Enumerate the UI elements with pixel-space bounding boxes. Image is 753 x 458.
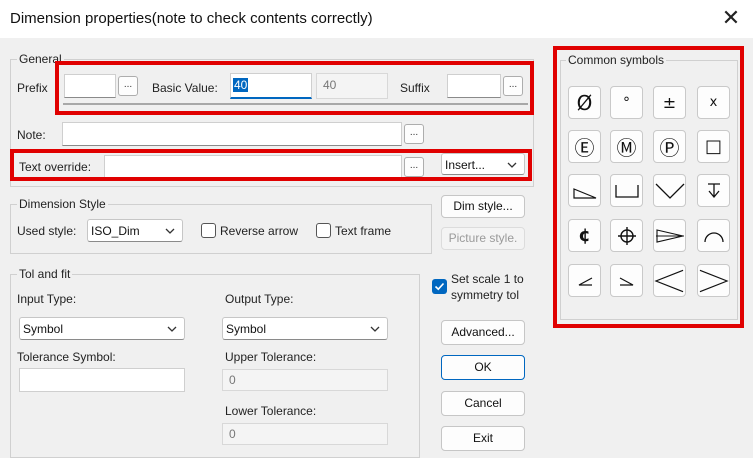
reverse-arrow-label: Reverse arrow [220,224,299,238]
counterbore-icon [614,184,639,198]
greater-than-symbol-button[interactable] [697,264,730,297]
chevron-down-icon [167,326,177,332]
tolerance-symbol-input[interactable] [19,368,185,392]
small-angle-right-icon [619,276,633,286]
circled-p-symbol-button[interactable]: Ⓟ [653,130,686,163]
advanced-button[interactable]: Advanced... [441,320,525,345]
highlight-basic-value [55,61,534,115]
output-type-value: Symbol [226,322,267,336]
chevron-down-icon [370,326,380,332]
target-symbol-button[interactable] [610,219,643,252]
note-label: Note: [17,128,46,142]
output-type-label: Output Type: [225,292,294,306]
text-frame-checkbox[interactable] [316,223,331,238]
reverse-arrow-checkbox[interactable] [201,223,216,238]
dim-style-button[interactable]: Dim style... [441,195,525,218]
conical-taper-symbol-button[interactable] [653,219,686,252]
ok-button[interactable]: OK [441,355,525,380]
small-angle-right-symbol-button[interactable] [610,264,643,297]
exit-button[interactable]: Exit [441,426,525,451]
countersink-symbol-button[interactable] [653,174,686,207]
prefix-label: Prefix [17,81,48,95]
countersink-icon [655,183,684,199]
output-type-select[interactable]: Symbol [222,317,388,340]
greater-than-icon [699,269,729,292]
picture-style-button: Picture style. [441,227,525,250]
tolerance-symbol-label: Tolerance Symbol: [17,350,116,364]
chevron-down-icon [165,228,175,234]
diameter-icon: Ø [576,90,593,115]
note-browse-button[interactable]: ... [404,124,424,144]
less-than-symbol-button[interactable] [653,264,686,297]
circled-e-icon: Ⓔ [574,136,595,160]
plus-minus-icon: ± [662,93,677,112]
target-icon [617,226,636,245]
used-style-select[interactable]: ISO_Dim [87,219,183,242]
set-scale-label-line1: Set scale 1 to [451,272,524,286]
cancel-button[interactable]: Cancel [441,391,525,416]
small-angle-left-icon [578,276,592,286]
centerline-icon: ¢ [578,225,591,246]
used-style-value: ISO_Dim [91,224,140,238]
square-icon: □ [704,136,722,157]
tol-fit-legend: Tol and fit [17,267,73,281]
input-type-select[interactable]: Symbol [19,317,185,340]
upper-tolerance-label: Upper Tolerance: [225,350,317,364]
upper-tolerance-input: 0 [222,369,388,391]
arc-symbol-button[interactable] [697,219,730,252]
conical-taper-icon [655,228,684,243]
text-frame-label: Text frame [335,224,392,238]
input-type-value: Symbol [23,322,64,336]
less-than-icon [654,269,684,292]
set-scale-checkbox[interactable] [432,279,447,294]
depth-icon [707,182,720,198]
checkmark-icon [434,282,445,291]
degree-symbol-button[interactable]: ° [610,86,643,119]
window-title: Dimension properties(note to check conte… [10,10,373,27]
lower-tolerance-input: 0 [222,423,388,445]
input-type-label: Input Type: [17,292,77,306]
set-scale-label-line2: symmetry tol [451,288,520,302]
circled-e-symbol-button[interactable]: Ⓔ [568,130,601,163]
lower-tolerance-label: Lower Tolerance: [225,404,317,418]
arc-icon [703,231,724,242]
depth-symbol-button[interactable] [697,174,730,207]
small-angle-left-symbol-button[interactable] [568,264,601,297]
slope-symbol-button[interactable] [568,174,601,207]
times-icon: x [709,95,718,110]
slope-icon [572,187,596,199]
degree-icon: ° [623,94,630,111]
circled-m-icon: Ⓜ [616,136,637,160]
highlight-text-override [10,149,532,181]
centerline-symbol-button[interactable]: ¢ [568,219,601,252]
diameter-symbol-button[interactable]: Ø [568,86,601,119]
plus-minus-symbol-button[interactable]: ± [653,86,686,119]
circled-p-icon: Ⓟ [659,136,680,160]
close-icon[interactable]: ✕ [718,6,744,32]
dimension-style-legend: Dimension Style [17,197,108,211]
used-style-label: Used style: [17,224,77,238]
circled-m-symbol-button[interactable]: Ⓜ [610,130,643,163]
counterbore-symbol-button[interactable] [610,174,643,207]
square-symbol-button[interactable]: □ [697,130,730,163]
note-input[interactable] [62,122,402,146]
times-symbol-button[interactable]: x [697,86,730,119]
